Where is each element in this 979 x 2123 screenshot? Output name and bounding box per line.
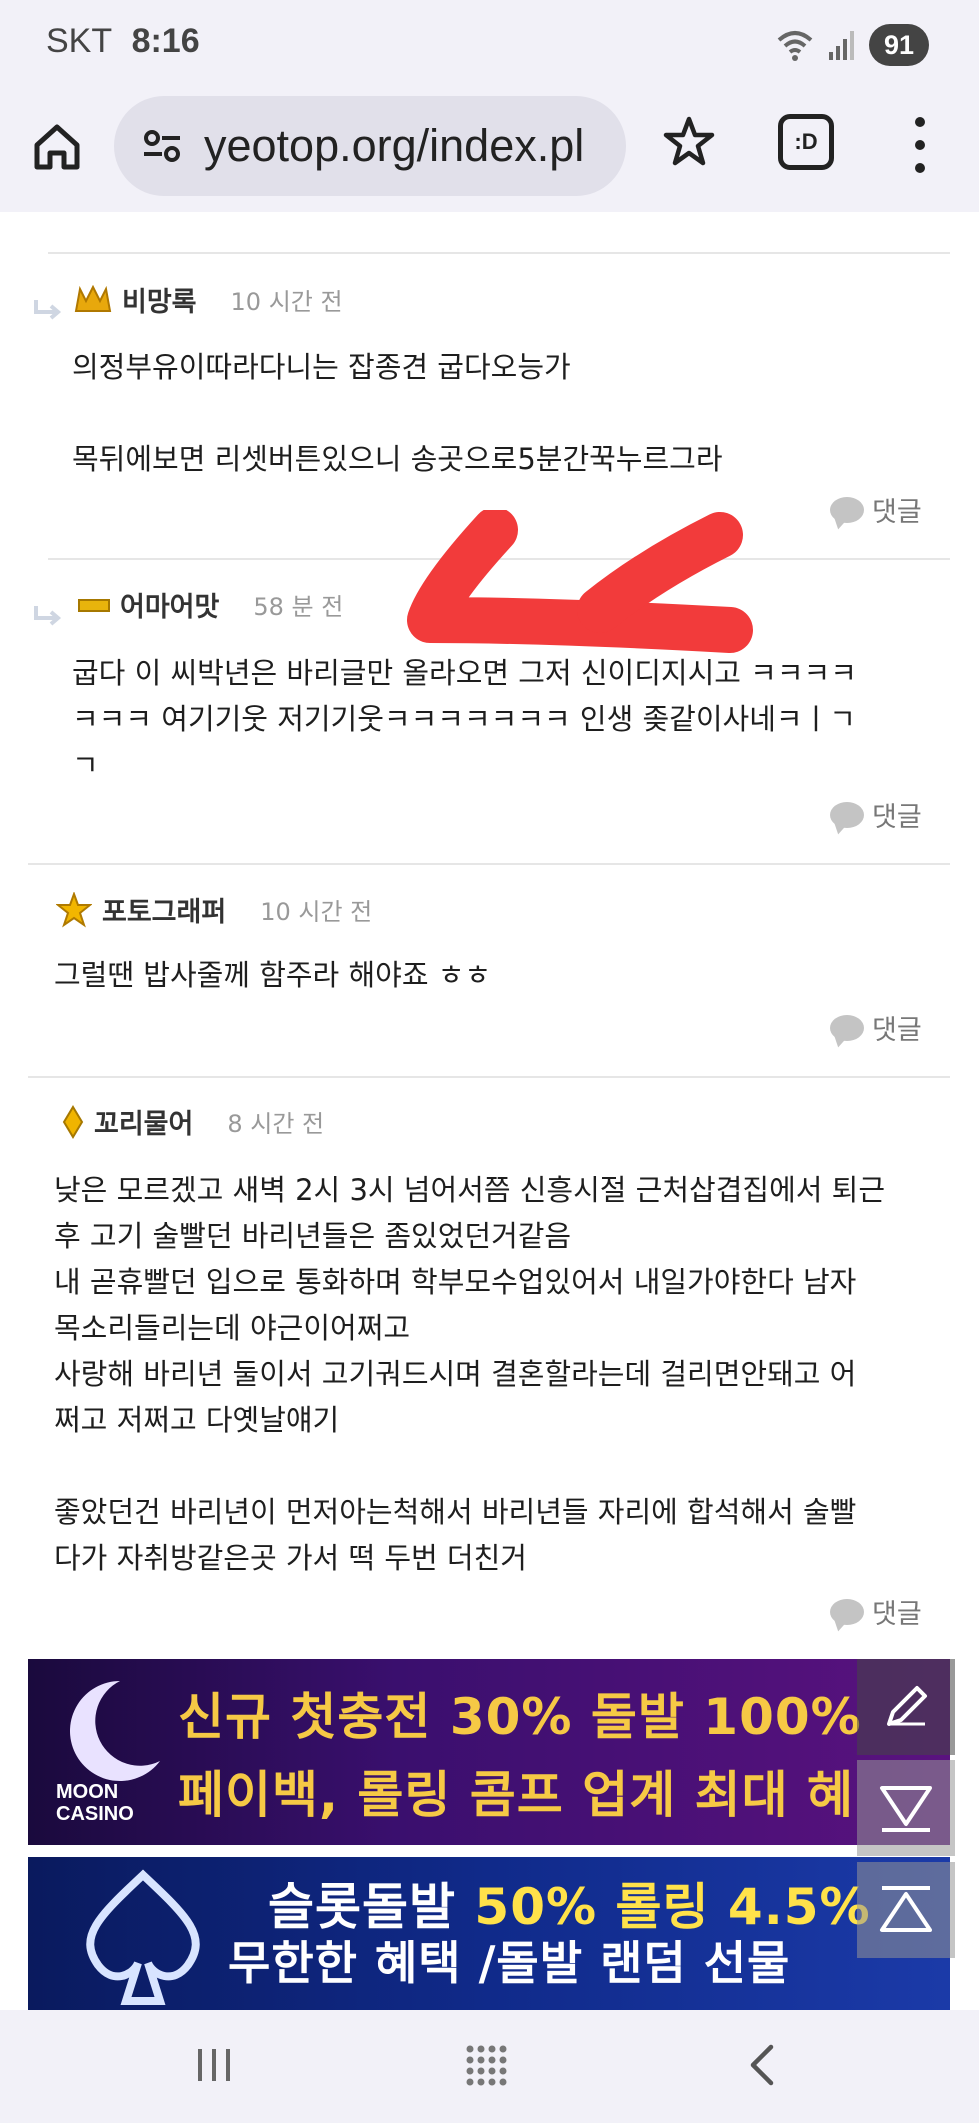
bookmark-button[interactable] xyxy=(658,110,720,172)
status-left: SKT 8:16 xyxy=(46,22,200,61)
banner-subline: 페이백, 롤링 콤프 업계 최대 혜 xyxy=(178,1766,855,1824)
comment-body: 그럴땐 밥사줄께 함주라 해야죠 ㅎㅎ xyxy=(54,958,492,992)
menu-dot xyxy=(915,139,925,150)
spade-logo-icon xyxy=(86,1869,200,2005)
write-button[interactable] xyxy=(857,1659,955,1755)
reply-button[interactable]: 댓글 xyxy=(830,1008,922,1047)
comment-meta: 꼬리물어 8 시간 전 xyxy=(62,1102,324,1141)
comment-meta: 비망록 10 시간 전 xyxy=(74,280,343,319)
clock: 8:16 xyxy=(131,22,200,60)
comment-author[interactable]: 어마어맛 xyxy=(120,585,219,624)
system-nav-bar xyxy=(0,2010,979,2123)
comment-body: 굽다 이 씨박년은 바리글만 올라오면 그저 신이디지시고 ㅋㅋㅋㅋ ㅋㅋㅋ 여… xyxy=(72,656,857,782)
scroll-up-icon xyxy=(880,1886,932,1932)
comments-area: 비망록 10 시간 전 의정부유이따라다니는 잡종견 굽다오능가 목뒤에보면 리… xyxy=(0,212,979,2010)
banner-subline: 무한한 혜택 /돌발 랜덤 선물 xyxy=(228,1936,791,1990)
crown-gold-icon xyxy=(74,284,112,312)
home-button[interactable] xyxy=(26,116,88,178)
wifi-icon xyxy=(777,31,813,61)
speech-bubble-icon xyxy=(830,801,864,828)
url-text: yeotop.org/index.pl xyxy=(204,120,585,171)
grid-dots-icon xyxy=(466,2045,507,2086)
recent-apps-button[interactable] xyxy=(184,2040,244,2090)
comment-body: 의정부유이따라다니는 잡종견 굽다오능가 목뒤에보면 리셋버튼있으니 송곳으로5… xyxy=(72,350,723,476)
reply-label: 댓글 xyxy=(872,1015,922,1046)
comment-time: 8 시간 전 xyxy=(227,1110,325,1138)
recent-apps-icon xyxy=(198,2049,230,2081)
comment-time: 10 시간 전 xyxy=(230,288,343,316)
reply-label: 댓글 xyxy=(872,1599,922,1630)
moon-casino-brand: MOON CASINO xyxy=(56,1781,134,1825)
comment-meta: 포토그래퍼 10 시간 전 xyxy=(56,890,372,929)
comment-divider xyxy=(28,863,950,865)
reply-label: 댓글 xyxy=(872,497,922,528)
gold-bar-icon xyxy=(78,598,110,612)
menu-dot xyxy=(915,116,925,127)
banner-headline: 신규 첫충전 30% 돌발 100% xyxy=(178,1688,862,1746)
back-button[interactable] xyxy=(732,2040,792,2090)
reply-arrow-icon xyxy=(34,300,62,320)
comment-divider xyxy=(48,558,950,560)
menu-dot xyxy=(915,163,925,174)
extension-button[interactable]: :D xyxy=(778,114,834,170)
gold-gem-icon xyxy=(62,1104,84,1139)
site-settings-icon[interactable] xyxy=(142,126,182,166)
signal-icon xyxy=(829,31,854,60)
back-chevron-icon xyxy=(750,2044,774,2086)
reply-button[interactable]: 댓글 xyxy=(830,490,922,529)
comment-time: 10 시간 전 xyxy=(260,898,373,926)
comment-divider xyxy=(48,252,950,254)
home-icon xyxy=(34,124,80,170)
comment-divider xyxy=(28,1076,950,1078)
ad-banner-slot[interactable]: 슬롯돌발 50% 롤링 4.5% 무한한 혜택 /돌발 랜덤 선물 xyxy=(28,1857,950,2010)
pencil-icon xyxy=(887,1686,927,1726)
scroll-bottom-button[interactable] xyxy=(857,1760,955,1856)
speech-bubble-icon xyxy=(830,1014,864,1041)
reply-label: 댓글 xyxy=(872,802,922,833)
carrier-label: SKT xyxy=(46,22,113,60)
comment-author[interactable]: 포토그래퍼 xyxy=(102,890,226,929)
speech-bubble-icon xyxy=(830,1598,864,1625)
scroll-top-button[interactable] xyxy=(857,1862,955,1958)
star-icon xyxy=(663,116,715,166)
comment-meta: 어마어맛 58 분 전 xyxy=(78,585,343,624)
scroll-down-icon xyxy=(880,1786,932,1832)
reply-button[interactable]: 댓글 xyxy=(830,795,922,834)
comment-author[interactable]: 비망록 xyxy=(122,280,197,319)
comment-author[interactable]: 꼬리물어 xyxy=(94,1102,193,1141)
truncated-row xyxy=(460,212,720,224)
comment-time: 58 분 전 xyxy=(253,593,344,621)
app-drawer-button[interactable] xyxy=(456,2040,516,2090)
more-menu-button[interactable] xyxy=(905,110,935,180)
speech-bubble-icon xyxy=(830,496,864,523)
annotation-arrow xyxy=(407,510,753,653)
reply-button[interactable]: 댓글 xyxy=(830,1592,922,1631)
browser-toolbar: yeotop.org/index.pl :D xyxy=(0,92,979,212)
reply-arrow-icon xyxy=(34,606,62,626)
status-right: 91 xyxy=(775,24,929,66)
address-bar[interactable]: yeotop.org/index.pl xyxy=(114,96,626,196)
gold-star-icon xyxy=(56,891,92,928)
ad-banner-moon-casino[interactable]: MOON CASINO 신규 첫충전 30% 돌발 100% 페이백, 롤링 콤… xyxy=(28,1659,950,1845)
battery-indicator: 91 xyxy=(869,24,929,66)
status-bar: SKT 8:16 91 xyxy=(0,0,979,92)
comment-body: 낮은 모르겠고 새벽 2시 3시 넘어서쯤 신흥시절 근처삽겹집에서 퇴근 후 … xyxy=(54,1173,886,1575)
